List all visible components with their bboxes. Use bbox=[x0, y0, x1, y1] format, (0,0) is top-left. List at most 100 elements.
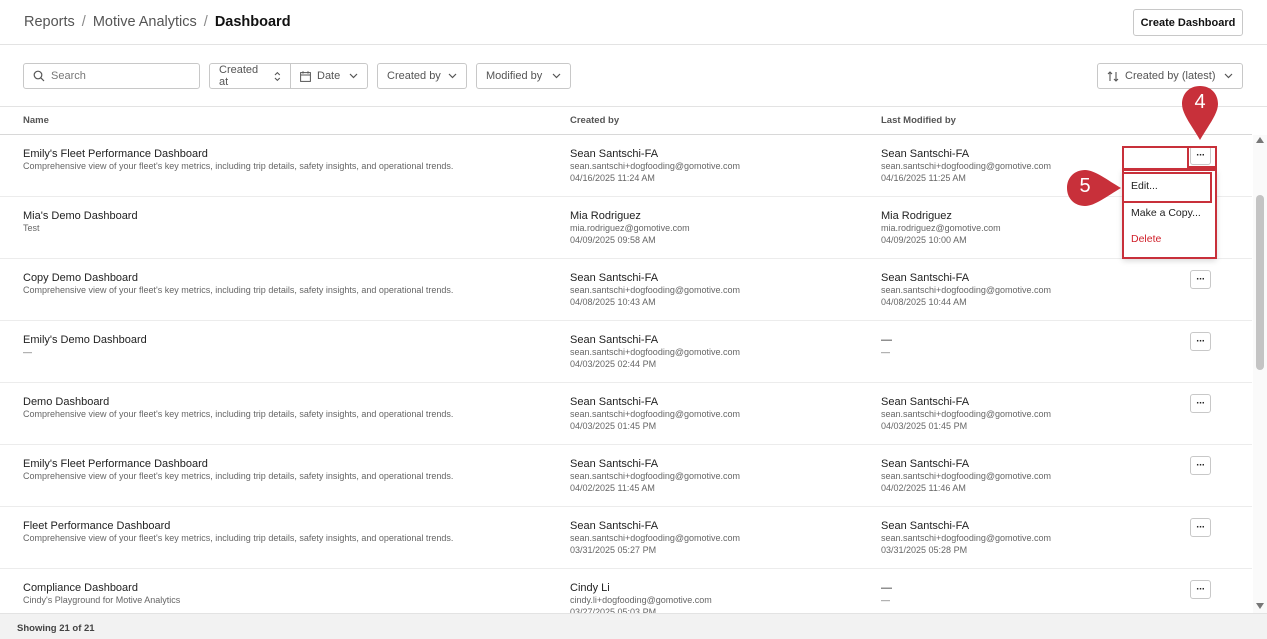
breadcrumb-motive-analytics[interactable]: Motive Analytics bbox=[93, 14, 197, 30]
modified-by-email: sean.santschi+dogfooding@gomotive.com bbox=[881, 471, 1051, 481]
created-date: 03/27/2025 05:03 PM bbox=[570, 607, 657, 613]
more-icon: ··· bbox=[1196, 336, 1205, 347]
dashboard-name[interactable]: Compliance Dashboard bbox=[23, 582, 180, 594]
column-header-created-by[interactable]: Created by bbox=[570, 115, 619, 126]
dashboard-name[interactable]: Emily's Fleet Performance Dashboard bbox=[23, 458, 453, 470]
annotation-highlight-edit bbox=[1122, 172, 1212, 203]
created-date: 04/16/2025 11:24 AM bbox=[570, 173, 655, 183]
modified-by-email: — bbox=[881, 595, 890, 605]
created-by-cell: Sean Santschi-FA sean.santschi+dogfoodin… bbox=[570, 334, 740, 370]
table-row[interactable]: Compliance Dashboard Cindy's Playground … bbox=[0, 569, 1252, 613]
modified-by-cell: Sean Santschi-FA sean.santschi+dogfoodin… bbox=[881, 396, 1051, 432]
modified-date: 04/16/2025 11:25 AM bbox=[881, 173, 966, 183]
breadcrumb: Reports / Motive Analytics / Dashboard bbox=[24, 14, 291, 30]
table-row[interactable]: Demo Dashboard Comprehensive view of you… bbox=[0, 383, 1252, 445]
name-cell: Mia's Demo Dashboard Test bbox=[23, 210, 138, 234]
chevron-down-icon bbox=[552, 73, 561, 79]
more-icon: ··· bbox=[1196, 522, 1205, 533]
breadcrumb-reports[interactable]: Reports bbox=[24, 14, 75, 30]
created-by-email: sean.santschi+dogfooding@gomotive.com bbox=[570, 347, 740, 357]
modified-by-email: sean.santschi+dogfooding@gomotive.com bbox=[881, 409, 1051, 419]
created-at-label: Created at bbox=[219, 64, 259, 88]
created-by-filter[interactable]: Created by bbox=[377, 63, 467, 89]
dashboard-description: — bbox=[23, 347, 32, 357]
created-by-cell: Sean Santschi-FA sean.santschi+dogfoodin… bbox=[570, 148, 740, 184]
table-row[interactable]: Fleet Performance Dashboard Comprehensiv… bbox=[0, 507, 1252, 569]
scroll-thumb[interactable] bbox=[1256, 195, 1264, 370]
dashboard-name[interactable]: Copy Demo Dashboard bbox=[23, 272, 453, 284]
dashboard-description: Comprehensive view of your fleet's key m… bbox=[23, 533, 454, 543]
date-label: Date bbox=[317, 70, 341, 82]
modified-by-cell: Sean Santschi-FA sean.santschi+dogfoodin… bbox=[881, 520, 1051, 556]
created-by-cell: Sean Santschi-FA sean.santschi+dogfoodin… bbox=[570, 272, 740, 308]
created-by-email: mia.rodriguez@gomotive.com bbox=[570, 223, 690, 233]
more-actions-button[interactable]: ··· bbox=[1190, 518, 1211, 537]
dashboard-name[interactable]: Emily's Fleet Performance Dashboard bbox=[23, 148, 453, 160]
table-row[interactable]: Emily's Demo Dashboard — Sean Santschi-F… bbox=[0, 321, 1252, 383]
create-dashboard-button[interactable]: Create Dashboard bbox=[1133, 9, 1243, 36]
modified-by-email: sean.santschi+dogfooding@gomotive.com bbox=[881, 533, 1051, 543]
created-by-email: sean.santschi+dogfooding@gomotive.com bbox=[570, 409, 740, 419]
search-box[interactable] bbox=[23, 63, 200, 89]
table-row[interactable]: Emily's Fleet Performance Dashboard Comp… bbox=[0, 445, 1252, 507]
dashboard-name[interactable]: Demo Dashboard bbox=[23, 396, 453, 408]
modified-by-cell: Sean Santschi-FA sean.santschi+dogfoodin… bbox=[881, 272, 1051, 308]
dashboard-name[interactable]: Mia's Demo Dashboard bbox=[23, 210, 138, 222]
scroll-up-arrow-icon[interactable] bbox=[1256, 137, 1264, 143]
search-input[interactable] bbox=[51, 70, 191, 82]
more-actions-button[interactable]: ··· bbox=[1190, 332, 1211, 351]
modified-by-name: Sean Santschi-FA bbox=[881, 458, 970, 470]
more-actions-button[interactable]: ··· bbox=[1190, 394, 1211, 413]
modified-by-cell: Sean Santschi-FA sean.santschi+dogfoodin… bbox=[881, 148, 1051, 184]
date-filter[interactable]: Date bbox=[290, 63, 368, 89]
created-date: 04/03/2025 02:44 PM bbox=[570, 359, 657, 369]
created-by-email: sean.santschi+dogfooding@gomotive.com bbox=[570, 161, 740, 171]
search-icon bbox=[33, 70, 45, 82]
scroll-down-arrow-icon[interactable] bbox=[1256, 603, 1264, 609]
dashboard-description: Cindy's Playground for Motive Analytics bbox=[23, 595, 181, 605]
modified-by-filter-label: Modified by bbox=[486, 70, 543, 82]
page-header: Reports / Motive Analytics / Dashboard C… bbox=[0, 0, 1267, 45]
scrollbar[interactable] bbox=[1253, 135, 1267, 613]
page-title: Dashboard bbox=[214, 14, 291, 30]
modified-date: 04/03/2025 01:45 PM bbox=[881, 421, 968, 431]
more-actions-button[interactable]: ··· bbox=[1190, 270, 1211, 289]
created-by-email: cindy.li+dogfooding@gomotive.com bbox=[570, 595, 712, 605]
more-icon: ··· bbox=[1196, 398, 1205, 409]
modified-by-filter[interactable]: Modified by bbox=[476, 63, 571, 89]
dashboard-description: Comprehensive view of your fleet's key m… bbox=[23, 471, 454, 481]
modified-by-name: Sean Santschi-FA bbox=[881, 272, 970, 284]
created-by-name: Cindy Li bbox=[570, 582, 610, 594]
modified-by-name: Sean Santschi-FA bbox=[881, 520, 970, 532]
name-cell: Emily's Fleet Performance Dashboard Comp… bbox=[23, 458, 453, 482]
created-by-cell: Sean Santschi-FA sean.santschi+dogfoodin… bbox=[570, 520, 740, 556]
more-actions-button[interactable]: ··· bbox=[1190, 580, 1211, 599]
created-by-email: sean.santschi+dogfooding@gomotive.com bbox=[570, 533, 740, 543]
more-icon: ··· bbox=[1196, 460, 1205, 471]
dashboard-name[interactable]: Fleet Performance Dashboard bbox=[23, 520, 453, 532]
created-by-cell: Cindy Li cindy.li+dogfooding@gomotive.co… bbox=[570, 582, 712, 613]
modified-by-email: — bbox=[881, 347, 890, 357]
created-at-sort[interactable]: Created at bbox=[209, 63, 291, 89]
column-header-last-modified-by[interactable]: Last Modified by bbox=[881, 115, 956, 126]
modified-by-name: Mia Rodriguez bbox=[881, 210, 952, 222]
annotation-highlight-more-button bbox=[1187, 146, 1217, 168]
sort-dropdown[interactable]: Created by (latest) bbox=[1097, 63, 1243, 89]
table-row[interactable]: Copy Demo Dashboard Comprehensive view o… bbox=[0, 259, 1252, 321]
column-header-name[interactable]: Name bbox=[23, 115, 49, 126]
modified-by-cell: Mia Rodriguez mia.rodriguez@gomotive.com… bbox=[881, 210, 1001, 246]
more-actions-button[interactable]: ··· bbox=[1190, 456, 1211, 475]
sort-toggle-icon bbox=[274, 71, 281, 81]
table-header: Name Created by Last Modified by bbox=[0, 107, 1252, 135]
modified-date: 04/02/2025 11:46 AM bbox=[881, 483, 966, 493]
step-4-marker: 4 bbox=[1180, 84, 1220, 140]
modified-by-name: — bbox=[881, 582, 892, 594]
name-cell: Fleet Performance Dashboard Comprehensiv… bbox=[23, 520, 453, 544]
modified-by-cell: — — bbox=[881, 334, 892, 358]
created-by-cell: Sean Santschi-FA sean.santschi+dogfoodin… bbox=[570, 396, 740, 432]
name-cell: Emily's Demo Dashboard — bbox=[23, 334, 147, 358]
dashboard-name[interactable]: Emily's Demo Dashboard bbox=[23, 334, 147, 346]
modified-by-cell: — — bbox=[881, 582, 892, 606]
dashboard-description: Comprehensive view of your fleet's key m… bbox=[23, 285, 454, 295]
modified-by-email: mia.rodriguez@gomotive.com bbox=[881, 223, 1001, 233]
